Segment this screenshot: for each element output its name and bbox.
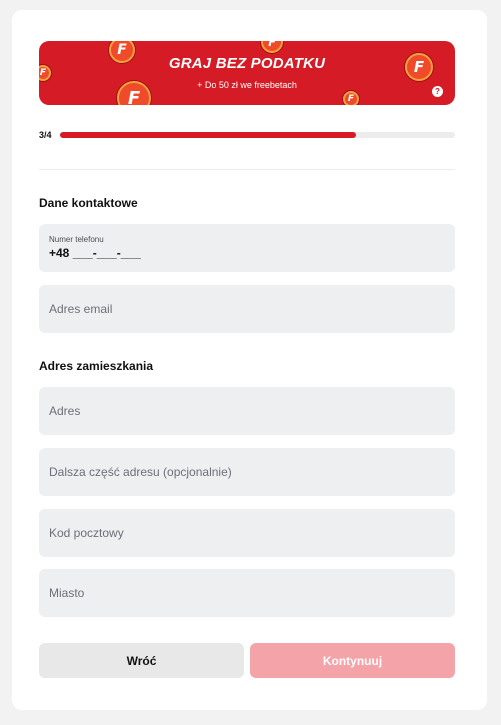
postal-code-placeholder: Kod pocztowy (49, 526, 124, 540)
coin-logo-icon: F (261, 41, 283, 53)
section-title-contact: Dane kontaktowe (39, 196, 138, 210)
postal-code-field[interactable]: Kod pocztowy (39, 509, 455, 557)
phone-field[interactable]: Numer telefonu +48 ___-___-___ (39, 224, 455, 272)
city-placeholder: Miasto (49, 586, 85, 600)
promo-banner[interactable]: F F F F F F GRAJ BEZ PODATKU + Do 50 zł … (39, 41, 455, 105)
banner-subtitle: + Do 50 zł we freebetach (197, 80, 297, 90)
registration-card: F F F F F F GRAJ BEZ PODATKU + Do 50 zł … (12, 10, 487, 710)
street-field[interactable]: Adres (39, 387, 455, 435)
coin-logo-icon: F (343, 91, 359, 105)
progress-fill (60, 132, 357, 138)
street2-placeholder: Dalsza część adresu (opcjonalnie) (49, 465, 232, 479)
step-counter: 3/4 (39, 130, 52, 140)
back-button[interactable]: Wróć (39, 643, 244, 678)
help-icon[interactable]: ? (432, 86, 443, 97)
progress-bar (60, 132, 455, 138)
email-field[interactable]: Adres email (39, 285, 455, 333)
city-field[interactable]: Miasto (39, 569, 455, 617)
street-placeholder: Adres (49, 404, 81, 418)
section-title-address: Adres zamieszkania (39, 359, 154, 373)
street2-field[interactable]: Dalsza część adresu (opcjonalnie) (39, 448, 455, 496)
banner-title: GRAJ BEZ PODATKU (168, 55, 326, 72)
continue-button[interactable]: Kontynuuj (250, 643, 455, 678)
phone-field-label: Numer telefonu (49, 235, 104, 244)
email-placeholder: Adres email (49, 302, 113, 316)
phone-field-value: +48 ___-___-___ (49, 246, 141, 260)
divider (39, 169, 455, 170)
